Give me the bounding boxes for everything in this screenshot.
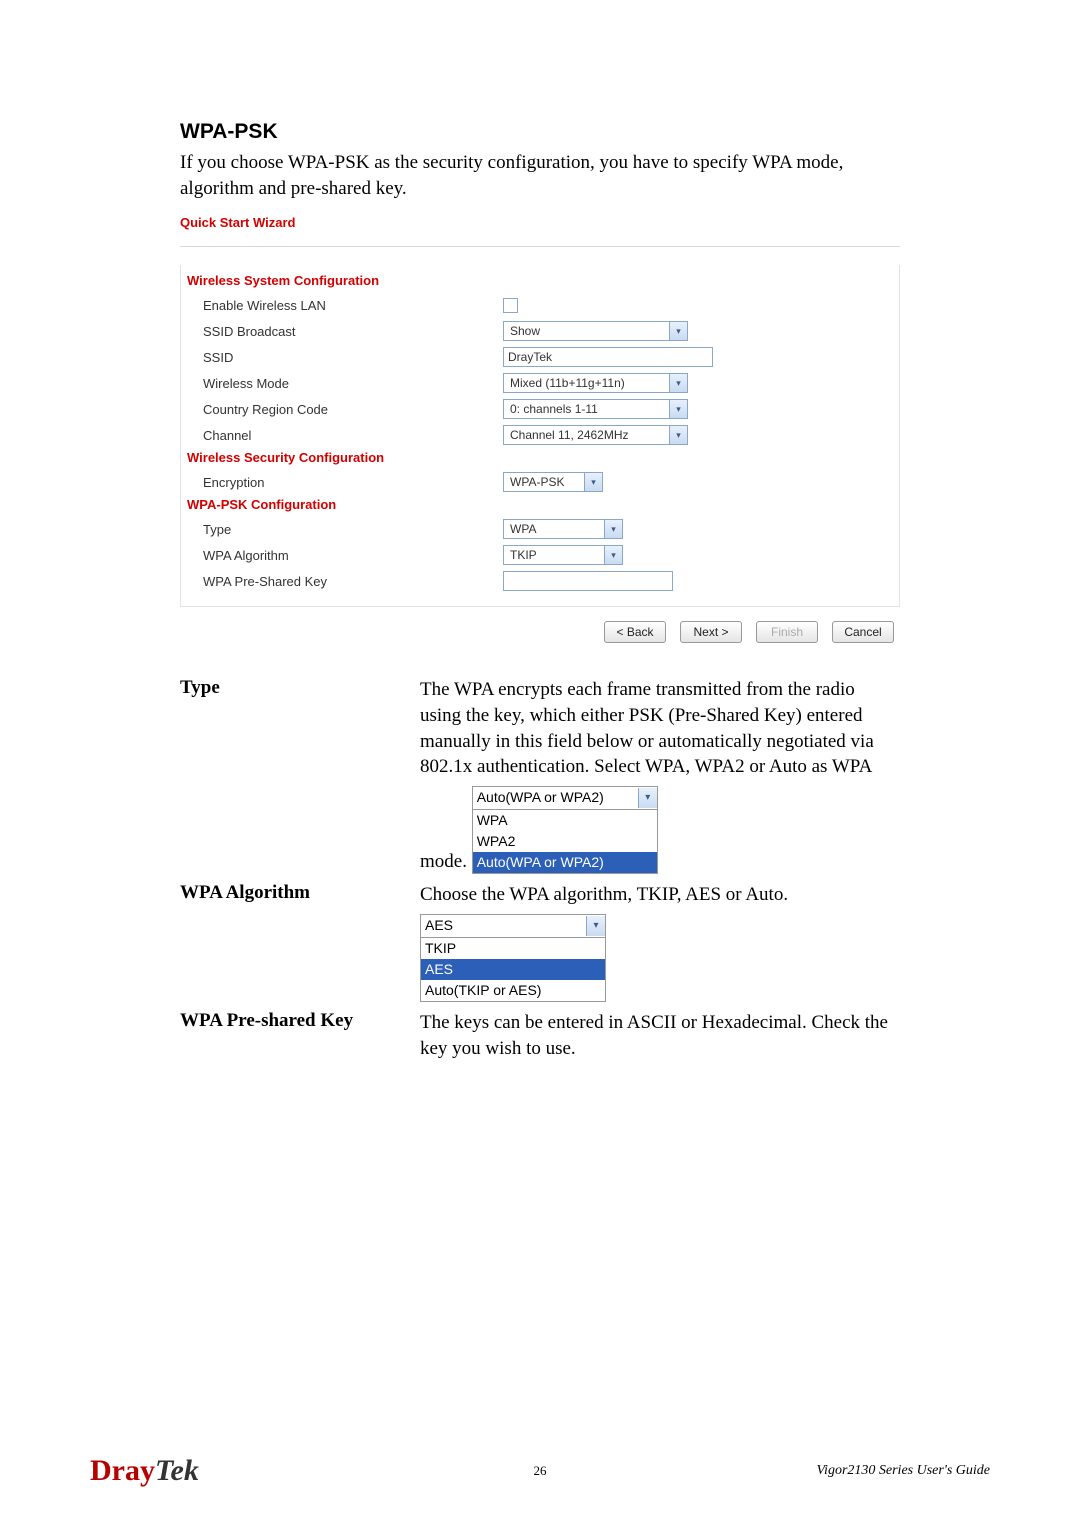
dropdown-option[interactable]: Auto(WPA or WPA2)	[473, 852, 657, 873]
select-value: 0: channels 1-11	[508, 400, 669, 418]
section-head-psk: WPA-PSK Configuration	[181, 495, 899, 516]
label-channel: Channel	[181, 428, 503, 443]
select-value: Show	[508, 322, 669, 340]
dropdown-selected: Auto(WPA or WPA2)	[473, 788, 638, 807]
def-term-algorithm: WPA Algorithm	[180, 882, 420, 1002]
select-value: Mixed (11b+11g+11n)	[508, 374, 669, 392]
label-preshared-key: WPA Pre-Shared Key	[181, 574, 503, 589]
chevron-down-icon: ▾	[669, 426, 687, 444]
chevron-down-icon: ▾	[586, 916, 605, 936]
dropdown-option[interactable]: TKIP	[421, 938, 605, 959]
brand-part1: Dray	[90, 1454, 155, 1487]
label-ssid: SSID	[181, 350, 503, 365]
page-footer: DrayTek 26 Vigor2130 Series User's Guide	[0, 1454, 1080, 1488]
label-encryption: Encryption	[181, 475, 503, 490]
input-ssid[interactable]	[503, 347, 713, 367]
page-title: WPA-PSK	[180, 120, 900, 144]
select-value: WPA	[508, 520, 604, 538]
next-button[interactable]: Next >	[680, 621, 742, 643]
brand-part2: Tek	[155, 1454, 199, 1487]
select-wpa-algorithm[interactable]: TKIP ▾	[503, 545, 623, 565]
guide-title: Vigor2130 Series User's Guide	[817, 1463, 990, 1479]
select-wireless-mode[interactable]: Mixed (11b+11g+11n) ▾	[503, 373, 688, 393]
input-preshared-key[interactable]	[503, 571, 673, 591]
dropdown-option[interactable]: WPA2	[473, 831, 657, 852]
def-body-algorithm: Choose the WPA algorithm, TKIP, AES or A…	[420, 884, 788, 905]
back-button[interactable]: < Back	[604, 621, 666, 643]
chevron-down-icon: ▾	[604, 520, 622, 538]
dropdown-option[interactable]: WPA	[473, 810, 657, 831]
section-head-security: Wireless Security Configuration	[181, 448, 899, 469]
select-ssid-broadcast[interactable]: Show ▾	[503, 321, 688, 341]
chevron-down-icon: ▾	[638, 788, 657, 808]
label-region-code: Country Region Code	[181, 402, 503, 417]
select-region-code[interactable]: 0: channels 1-11 ▾	[503, 399, 688, 419]
def-term-type: Type	[180, 677, 420, 874]
dropdown-option[interactable]: AES	[421, 959, 605, 980]
divider	[180, 246, 900, 247]
page-number: 26	[534, 1463, 547, 1479]
select-channel[interactable]: Channel 11, 2462MHz ▾	[503, 425, 688, 445]
cancel-button[interactable]: Cancel	[832, 621, 894, 643]
label-wpa-algorithm: WPA Algorithm	[181, 548, 503, 563]
def-body-key: The keys can be entered in ASCII or Hexa…	[420, 1012, 888, 1059]
label-enable-wlan: Enable Wireless LAN	[181, 298, 503, 313]
chevron-down-icon: ▾	[669, 400, 687, 418]
wizard-screenshot: Quick Start Wizard Wireless System Confi…	[180, 215, 900, 643]
dropdown-algorithm-example: AES ▾ TKIPAESAuto(TKIP or AES)	[420, 914, 606, 1002]
checkbox-enable-wlan[interactable]	[503, 298, 518, 313]
chevron-down-icon: ▾	[604, 546, 622, 564]
chevron-down-icon: ▾	[669, 374, 687, 392]
wizard-title: Quick Start Wizard	[180, 215, 900, 230]
intro-text: If you choose WPA-PSK as the security co…	[180, 150, 900, 201]
section-head-system: Wireless System Configuration	[181, 271, 899, 292]
chevron-down-icon: ▾	[584, 473, 602, 491]
dropdown-selected: AES	[421, 916, 586, 935]
def-term-key: WPA Pre-shared Key	[180, 1010, 420, 1061]
button-row: < Back Next > Finish Cancel	[180, 621, 900, 643]
select-value: Channel 11, 2462MHz	[508, 426, 669, 444]
dropdown-option[interactable]: Auto(TKIP or AES)	[421, 980, 605, 1001]
select-type[interactable]: WPA ▾	[503, 519, 623, 539]
chevron-down-icon: ▾	[669, 322, 687, 340]
label-wireless-mode: Wireless Mode	[181, 376, 503, 391]
select-value: TKIP	[508, 546, 604, 564]
dropdown-type-example: Auto(WPA or WPA2) ▾ WPAWPA2Auto(WPA or W…	[472, 786, 658, 874]
label-ssid-broadcast: SSID Broadcast	[181, 324, 503, 339]
select-encryption[interactable]: WPA-PSK ▾	[503, 472, 603, 492]
label-type: Type	[181, 522, 503, 537]
brand-logo: DrayTek	[90, 1454, 199, 1488]
finish-button: Finish	[756, 621, 818, 643]
select-value: WPA-PSK	[508, 473, 584, 491]
